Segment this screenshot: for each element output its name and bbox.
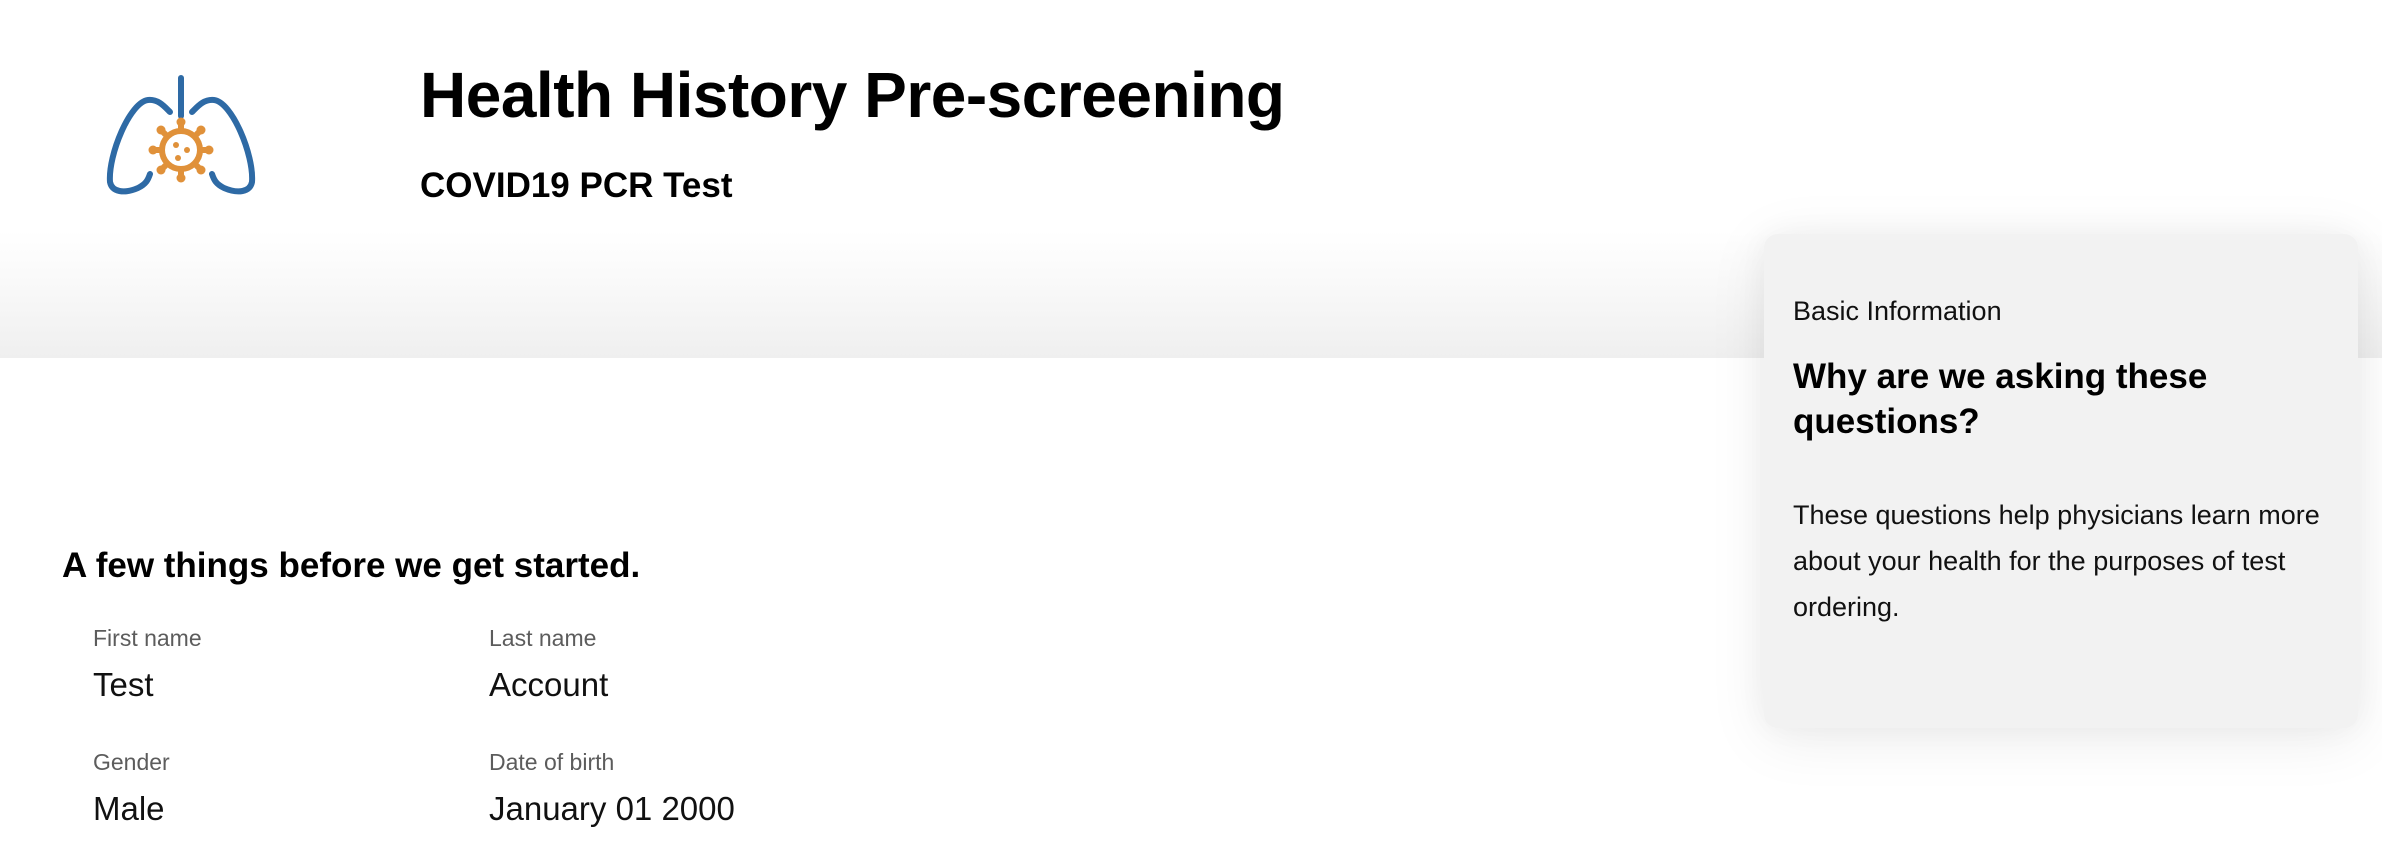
last-name-label: Last name [489,625,597,651]
last-name-field: Last name Account [489,625,608,704]
info-card: Basic Information Why are we asking thes… [1764,234,2358,728]
date-of-birth-label: Date of birth [489,749,615,775]
info-section-label: Basic Information [1793,296,2002,326]
gender-field: Gender Male [93,749,170,828]
info-question: Why are we asking these questions? [1793,357,2208,441]
lungs-virus-icon [100,70,270,200]
page-title: Health History Pre-screening [420,59,1285,131]
first-name-value: Test [93,666,154,703]
info-body: These questions help physicians learn mo… [1793,500,2320,622]
date-of-birth-value: January 01 2000 [489,790,735,827]
first-name-field: First name Test [93,625,202,704]
gender-label: Gender [93,749,170,775]
date-of-birth-field: Date of birth January 01 2000 [489,749,735,828]
page-subtitle: COVID19 PCR Test [420,166,733,205]
form-intro: A few things before we get started. [62,546,641,585]
first-name-label: First name [93,625,202,651]
gender-value: Male [93,790,165,827]
last-name-value: Account [489,666,609,703]
